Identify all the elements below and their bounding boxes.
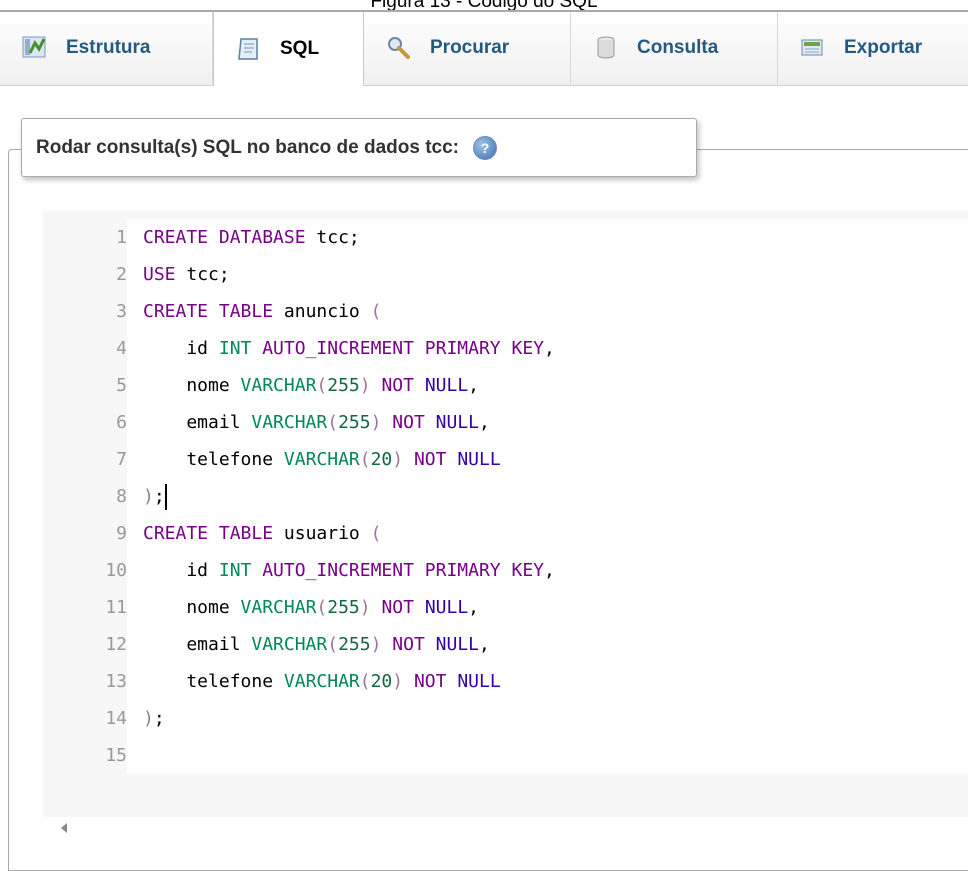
line-number: 7 [43,441,127,478]
tab-label: Procurar [430,37,510,58]
code-line[interactable]: 4 id INT AUTO_INCREMENT PRIMARY KEY, [43,330,968,367]
tab-label: Estrutura [66,37,151,58]
code-text[interactable]: CREATE TABLE usuario ( [143,515,381,552]
code-line[interactable]: 9 CREATE TABLE usuario ( [43,515,968,552]
line-number: 8 [43,478,127,515]
code-text[interactable]: ); [143,700,165,737]
line-number: 12 [43,626,127,663]
line-number: 15 [43,737,127,774]
code-text[interactable]: nome VARCHAR(255) NOT NULL, [143,367,479,404]
magnifier-icon [386,35,412,61]
code-text[interactable]: id INT AUTO_INCREMENT PRIMARY KEY, [143,330,555,367]
tab-estrutura[interactable]: Estrutura [0,12,213,84]
sql-document-icon [236,36,262,62]
code-text[interactable]: CREATE TABLE anuncio ( [143,293,381,330]
tab-procurar[interactable]: Procurar [364,12,571,84]
code-line[interactable]: 7 telefone VARCHAR(20) NOT NULL [43,441,968,478]
tab-label: Consulta [637,37,719,58]
code-line[interactable]: 8); [43,478,968,515]
line-number: 14 [43,700,127,737]
code-line[interactable]: 2 USE tcc; [43,256,968,293]
horizontal-scrollbar[interactable] [43,817,968,849]
scroll-left-arrow-icon[interactable] [61,823,67,833]
export-icon [800,35,826,61]
line-number: 4 [43,330,127,367]
line-number: 1 [43,219,127,256]
line-number: 10 [43,552,127,589]
tab-label: Exportar [844,37,923,58]
tab-bar: Estrutura SQL Procurar Consulta Exportar [0,10,968,86]
code-line[interactable]: 14); [43,700,968,737]
code-line[interactable]: 1 CREATE DATABASE tcc; [43,219,968,256]
code-line[interactable]: 6 email VARCHAR(255) NOT NULL, [43,404,968,441]
line-number: 2 [43,256,127,293]
code-text[interactable]: nome VARCHAR(255) NOT NULL, [143,589,479,626]
code-line[interactable]: 3 CREATE TABLE anuncio ( [43,293,968,330]
panel-legend: Rodar consulta(s) SQL no banco de dados … [21,118,697,177]
tab-label: SQL [280,38,320,59]
code-area[interactable]: 1 CREATE DATABASE tcc; 2 USE tcc; 3 CREATE TA… [43,219,968,774]
code-text[interactable]: email VARCHAR(255) NOT NULL, [143,404,490,441]
line-number: 13 [43,663,127,700]
code-text[interactable]: id INT AUTO_INCREMENT PRIMARY KEY, [143,552,555,589]
code-text[interactable]: telefone VARCHAR(20) NOT NULL [143,441,500,478]
code-line[interactable]: 5 nome VARCHAR(255) NOT NULL, [43,367,968,404]
code-text[interactable]: email VARCHAR(255) NOT NULL, [143,626,490,663]
line-number: 9 [43,515,127,552]
code-text[interactable]: USE tcc; [143,256,230,293]
code-line[interactable]: 15 [43,737,968,774]
code-line[interactable]: 12 email VARCHAR(255) NOT NULL, [43,626,968,663]
line-number: 5 [43,367,127,404]
code-text[interactable]: telefone VARCHAR(20) NOT NULL [143,663,500,700]
sql-editor[interactable]: 1 CREATE DATABASE tcc; 2 USE tcc; 3 CREATE TA… [43,211,968,817]
code-line[interactable]: 10 id INT AUTO_INCREMENT PRIMARY KEY, [43,552,968,589]
code-text[interactable]: CREATE DATABASE tcc; [143,219,360,256]
help-icon[interactable]: ? [472,135,497,160]
tab-consulta[interactable]: Consulta [571,12,778,84]
panel-legend-text: Rodar consulta(s) SQL no banco de dados … [36,136,459,158]
code-text[interactable]: ); [143,478,167,515]
line-number: 3 [43,293,127,330]
structure-icon [22,35,48,61]
tab-sql[interactable]: SQL [213,12,364,86]
line-number: 6 [43,404,127,441]
tab-exportar[interactable]: Exportar [778,12,968,84]
code-line[interactable]: 11 nome VARCHAR(255) NOT NULL, [43,589,968,626]
line-number: 11 [43,589,127,626]
text-cursor [164,484,167,510]
database-cylinder-icon [593,35,619,61]
code-line[interactable]: 13 telefone VARCHAR(20) NOT NULL [43,663,968,700]
